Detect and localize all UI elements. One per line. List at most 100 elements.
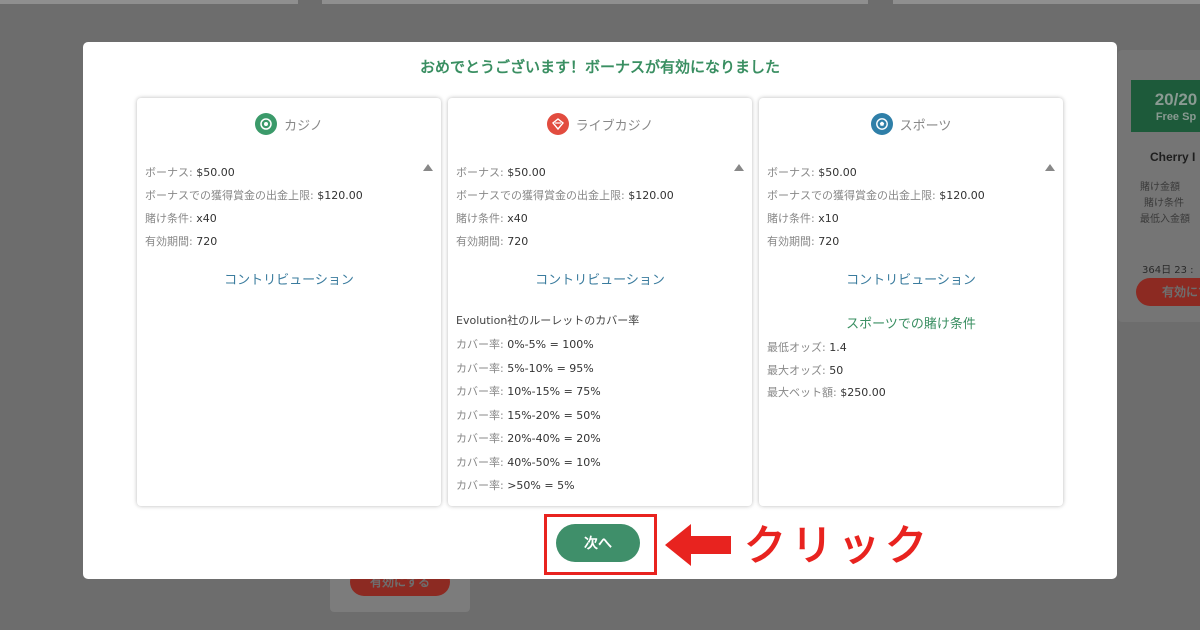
- category-label: スポーツ: [899, 118, 952, 134]
- sports-wagering-title: スポーツでの賭け条件: [846, 317, 976, 332]
- contribution-row: カバー率: 40%-50% = 10%: [456, 451, 601, 475]
- soccer-ball-icon: [870, 113, 893, 135]
- detail-label: ボーナスでの獲得賞金の出金上限:: [145, 189, 318, 202]
- detail-value: $120.00: [317, 189, 363, 202]
- modal-title: おめでとうございます！ボーナスが有効になりました: [419, 58, 780, 76]
- contribution-value: 15%-20% = 50%: [507, 408, 601, 422]
- detail-row: ボーナスでの獲得賞金の出金上限: $120.00: [145, 184, 433, 207]
- background-countdown: 364日 23 :: [1142, 265, 1194, 276]
- contribution-label: カバー率:: [456, 385, 508, 398]
- detail-value: $50.00: [818, 166, 857, 179]
- bonus-card-sports: スポーツ ボーナス: $50.00 ボーナスでの獲得賞金の出金上限: $120.…: [759, 98, 1063, 506]
- sports-condition-value: 1.4: [829, 341, 847, 354]
- contribution-link[interactable]: コントリビューション: [759, 269, 1063, 288]
- contribution-value: 20%-40% = 20%: [507, 432, 601, 445]
- bonus-details: ボーナス: $50.00 ボーナスでの獲得賞金の出金上限: $120.00 賭け…: [456, 161, 744, 253]
- bonus-activated-modal: おめでとうございます！ボーナスが有効になりました カジノ ボーナス: $50.0…: [83, 42, 1117, 579]
- casino-chip-icon: [255, 113, 278, 135]
- detail-label: ボーナス:: [145, 166, 197, 179]
- detail-value: x40: [507, 212, 528, 225]
- contribution-title: Evolution社のルーレットのカバー率: [456, 314, 640, 327]
- background-line: 最低入金額: [1140, 214, 1190, 225]
- sports-condition-row: 最低オッズ: 1.4: [767, 337, 886, 360]
- contribution-label: カバー率:: [456, 455, 508, 469]
- detail-value: x10: [818, 212, 839, 225]
- detail-value: 720: [818, 235, 840, 248]
- contribution-value: >50% = 5%: [507, 479, 575, 492]
- contribution-label: カバー率:: [456, 432, 508, 445]
- card-header: ライブカジノ: [448, 113, 752, 135]
- detail-label: 賭け条件:: [767, 212, 819, 225]
- background-line: 賭け条件: [1144, 198, 1184, 209]
- detail-label: ボーナスでの獲得賞金の出金上限:: [456, 189, 629, 202]
- sports-condition-label: 最大ベット額:: [767, 386, 841, 399]
- detail-label: ボーナス:: [456, 166, 508, 179]
- bonus-card-casino: カジノ ボーナス: $50.00 ボーナスでの獲得賞金の出金上限: $120.0…: [137, 98, 441, 506]
- arrow-left-icon: [665, 524, 731, 566]
- sports-condition-value: $250.00: [840, 386, 886, 399]
- detail-row: ボーナス: $50.00: [456, 161, 744, 184]
- detail-value: x40: [196, 212, 217, 225]
- detail-value: $50.00: [196, 166, 235, 179]
- contribution-value: 5%-10% = 95%: [507, 361, 594, 375]
- contribution-row: カバー率: 10%-15% = 75%: [456, 380, 601, 404]
- sports-condition-value: 50: [829, 363, 844, 377]
- detail-label: 賭け条件:: [145, 212, 197, 225]
- card-header: カジノ: [137, 113, 441, 135]
- detail-label: 有効期間:: [767, 235, 819, 248]
- detail-label: 賭け条件:: [456, 212, 508, 225]
- background-bar: [0, 0, 298, 4]
- contribution-row: カバー率: 15%-20% = 50%: [456, 404, 601, 428]
- background-details: 賭け金額 賭け条件 最低入金額: [1140, 180, 1190, 228]
- contribution-link[interactable]: コントリビューション: [137, 269, 441, 288]
- highlight-box: [544, 514, 657, 575]
- contribution-row: カバー率: 0%-5% = 100%: [456, 333, 601, 357]
- category-label: カジノ: [284, 118, 323, 134]
- background-bar: [322, 0, 868, 4]
- detail-label: 有効期間:: [456, 235, 508, 248]
- contribution-value: 40%-50% = 10%: [507, 455, 601, 469]
- detail-row: 有効期間: 720: [145, 230, 433, 253]
- contribution-link[interactable]: コントリビューション: [448, 269, 752, 288]
- contribution-label: カバー率:: [456, 338, 508, 351]
- detail-row: 賭け条件: x40: [456, 207, 744, 230]
- sports-condition-label: 最低オッズ:: [767, 341, 830, 354]
- free-spins-label: Free Sp: [1155, 111, 1197, 123]
- free-spins-badge: 20/20 Free Sp: [1131, 80, 1200, 132]
- detail-value: $50.00: [507, 166, 546, 179]
- bonus-details: ボーナス: $50.00 ボーナスでの獲得賞金の出金上限: $120.00 賭け…: [767, 161, 1055, 253]
- detail-row: ボーナスでの獲得賞金の出金上限: $120.00: [456, 184, 744, 207]
- contribution-row: カバー率: >50% = 5%: [456, 474, 601, 498]
- detail-label: 有効期間:: [145, 235, 197, 248]
- live-casino-icon: [546, 113, 569, 135]
- contribution-label: カバー率:: [456, 408, 508, 422]
- detail-value: $120.00: [939, 189, 985, 202]
- free-spins-count: 20/20: [1154, 90, 1198, 109]
- category-label: ライブカジノ: [575, 118, 654, 134]
- click-annotation-text: クリック: [744, 521, 933, 570]
- detail-value: 720: [507, 235, 529, 248]
- detail-value: 720: [196, 235, 218, 248]
- game-name: Cherry I: [1150, 150, 1196, 164]
- detail-row: 賭け条件: x10: [767, 207, 1055, 230]
- card-header: スポーツ: [759, 113, 1063, 135]
- detail-value: $120.00: [628, 189, 674, 202]
- contribution-label: カバー率:: [456, 479, 508, 492]
- detail-label: ボーナスでの獲得賞金の出金上限:: [767, 189, 940, 202]
- background-line: 賭け金額: [1140, 182, 1180, 193]
- contribution-label: カバー率:: [456, 361, 508, 375]
- bonus-card-live-casino: ライブカジノ ボーナス: $50.00 ボーナスでの獲得賞金の出金上限: $12…: [448, 98, 752, 506]
- sports-condition-label: 最大オッズ:: [767, 363, 830, 377]
- background-bonus-card: 20/20 Free Sp Cherry I 賭け金額 賭け条件 最低入金額 3…: [1118, 50, 1200, 322]
- detail-row: ボーナスでの獲得賞金の出金上限: $120.00: [767, 184, 1055, 207]
- detail-row: 有効期間: 720: [767, 230, 1055, 253]
- detail-row: ボーナス: $50.00: [145, 161, 433, 184]
- detail-row: ボーナス: $50.00: [767, 161, 1055, 184]
- contribution-value: 0%-5% = 100%: [507, 338, 594, 351]
- bonus-details: ボーナス: $50.00 ボーナスでの獲得賞金の出金上限: $120.00 賭け…: [145, 161, 433, 253]
- sports-condition-row: 最大ベット額: $250.00: [767, 382, 886, 405]
- background-bar: [893, 0, 1200, 4]
- detail-row: 有効期間: 720: [456, 230, 744, 253]
- sports-conditions-list: 最低オッズ: 1.4 最大オッズ: 50 最大ベット額: $250.00: [767, 337, 886, 405]
- contribution-row: カバー率: 5%-10% = 95%: [456, 357, 601, 381]
